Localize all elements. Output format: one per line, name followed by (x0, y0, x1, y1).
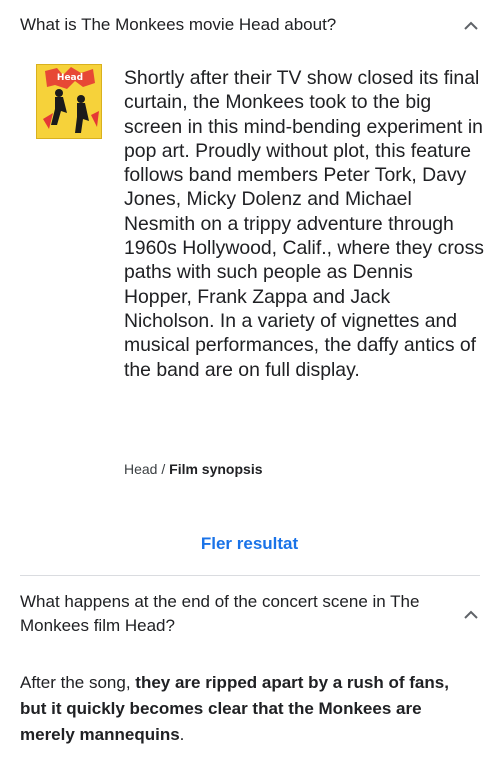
divider (20, 575, 480, 576)
faq-question-head-about[interactable]: What is The Monkees movie Head about? (20, 0, 480, 50)
answer-suffix: . (179, 725, 185, 744)
answer-source: Head / Film synopsis (124, 459, 263, 479)
chevron-up-icon[interactable] (462, 605, 480, 623)
answer-text-concert: After the song, they are ripped apart by… (20, 670, 480, 748)
source-title-link[interactable]: Head (124, 461, 157, 477)
question-text: What happens at the end of the concert s… (20, 592, 420, 635)
answer-text: Shortly after their TV show closed its f… (124, 67, 484, 381)
poster-logo: Head (57, 73, 83, 83)
source-type: Film synopsis (169, 461, 263, 477)
film-poster-image[interactable]: Head (36, 64, 102, 139)
faq-question-concert-scene[interactable]: What happens at the end of the concert s… (20, 590, 480, 638)
question-text: What is The Monkees movie Head about? (20, 15, 337, 34)
more-results-link[interactable]: Fler resultat (0, 532, 499, 556)
chevron-up-icon[interactable] (462, 16, 480, 34)
answer-prefix: After the song, (20, 673, 136, 692)
source-separator: / (157, 461, 170, 477)
